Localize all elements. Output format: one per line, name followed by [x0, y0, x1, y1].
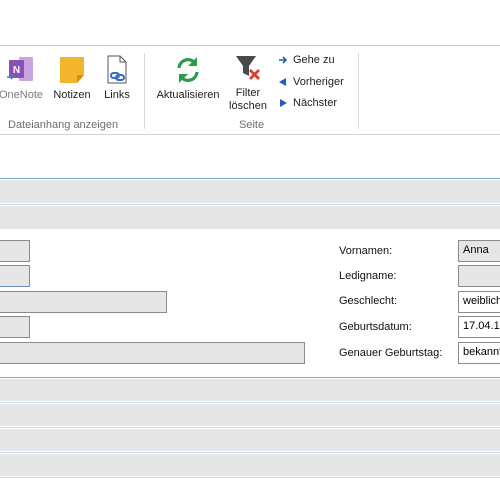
aktualisieren-label: Aktualisieren: [156, 89, 220, 101]
header-band: [0, 180, 500, 203]
onenote-button[interactable]: N OneNote: [0, 55, 46, 101]
ledigname-field[interactable]: [458, 265, 500, 287]
ledigname-label: Ledigname:: [339, 270, 397, 282]
section-divider: [0, 452, 500, 453]
header-band: [0, 206, 500, 229]
left-field-4[interactable]: [0, 316, 30, 338]
section-divider: [0, 377, 500, 378]
vornamen-label: Vornamen:: [339, 245, 393, 257]
aktualisieren-button[interactable]: Aktualisieren: [152, 55, 224, 101]
filter-label-line2: löschen: [229, 100, 267, 112]
next-label: Nächster: [293, 97, 338, 109]
geburtsdatum-field[interactable]: 17.04.19: [458, 316, 500, 338]
geschlecht-label: Geschlecht:: [339, 295, 398, 307]
section-divider: [0, 178, 500, 179]
filter-label-line1: Filter: [235, 87, 261, 99]
clear-filter-icon: [236, 56, 260, 80]
next-button[interactable]: Nächster: [278, 97, 337, 109]
previous-button[interactable]: Vorheriger: [278, 76, 344, 88]
group-separator-2: [358, 53, 359, 129]
notizen-label: Notizen: [53, 89, 91, 101]
title-area: [0, 0, 500, 46]
links-button[interactable]: Links: [100, 55, 134, 101]
section-band: [0, 404, 500, 426]
onenote-label: OneNote: [0, 89, 44, 101]
attachment-group-label: Dateianhang anzeigen: [8, 119, 119, 131]
left-field-3[interactable]: [0, 291, 167, 313]
geburtsdatum-label: Geburtsdatum:: [339, 321, 412, 333]
goto-label: Gehe zu: [293, 54, 335, 66]
goto-button[interactable]: Gehe zu: [278, 54, 335, 66]
vornamen-field[interactable]: Anna: [458, 240, 500, 262]
ribbon: N OneNote Notizen Links Dateianhang anze…: [0, 47, 500, 135]
page-group-label: Seite: [239, 119, 265, 131]
next-arrow-icon: [280, 99, 287, 107]
section-divider: [0, 427, 500, 428]
genauer-geburtstag-label: Genauer Geburtstag:: [339, 347, 443, 359]
filter-loeschen-button[interactable]: Filter löschen: [226, 53, 270, 112]
onenote-icon: N: [7, 57, 33, 81]
goto-arrow-icon: [279, 56, 288, 64]
svg-text:N: N: [13, 65, 20, 76]
left-field-1[interactable]: [0, 240, 30, 262]
section-band: [0, 454, 500, 476]
genauer-geburtstag-select[interactable]: bekannt: [458, 342, 500, 364]
previous-arrow-icon: [279, 78, 286, 86]
section-divider: [0, 204, 500, 205]
left-field-5[interactable]: [0, 342, 305, 364]
section-band: [0, 429, 500, 451]
left-field-2[interactable]: [0, 265, 30, 287]
section-divider: [0, 477, 500, 478]
section-divider: [0, 402, 500, 403]
refresh-icon: [177, 57, 199, 83]
link-document-icon: [107, 55, 127, 84]
geschlecht-select[interactable]: weiblich: [458, 291, 500, 313]
previous-label: Vorheriger: [293, 76, 344, 88]
section-band: [0, 379, 500, 401]
group-separator: [144, 53, 145, 129]
notizen-button[interactable]: Notizen: [50, 55, 94, 101]
links-label: Links: [104, 89, 130, 101]
sticky-note-icon: [60, 57, 84, 83]
